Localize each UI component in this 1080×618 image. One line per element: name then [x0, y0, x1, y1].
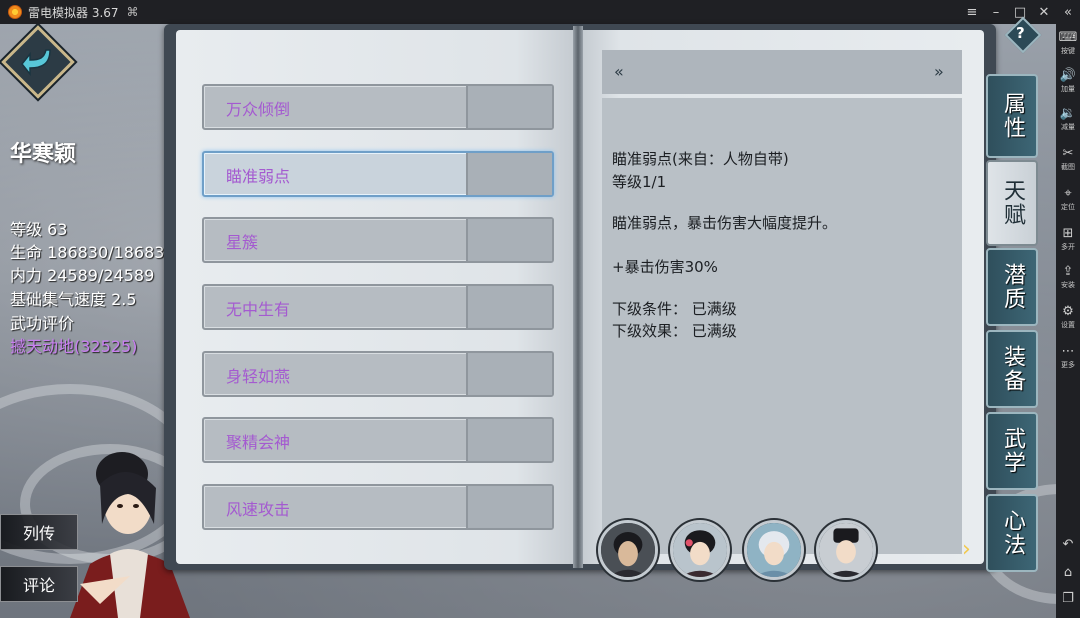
scissors-icon: ✂	[1062, 146, 1074, 161]
rating-label: 武功评价	[10, 314, 75, 333]
talent-row[interactable]: 万众倾倒	[202, 84, 554, 130]
tab-label: 武学	[1000, 427, 1025, 475]
prev-page-icon[interactable]: «	[614, 64, 630, 80]
multi-instance-icon: ⊞	[1062, 226, 1074, 241]
tab-label: 装备	[1000, 345, 1025, 393]
help-icon: ?	[1016, 24, 1025, 42]
tab-talents[interactable]: 天赋	[986, 160, 1038, 246]
next-page-icon[interactable]: »	[934, 64, 950, 80]
detail-title: 瞄准弱点(来自：人物自带)	[612, 150, 789, 168]
talent-name: 星簇	[226, 233, 259, 252]
party-avatar[interactable]	[670, 520, 730, 580]
talent-row[interactable]: 无中生有	[202, 284, 554, 330]
detail-next-effect: 下级效果： 已满级	[612, 322, 737, 340]
party-avatar[interactable]	[598, 520, 658, 580]
avatar-lady-icon	[673, 523, 727, 577]
talent-row[interactable]: 星簇	[202, 217, 554, 263]
apk-install-icon: ⇪	[1062, 264, 1074, 279]
talent-name: 万众倾倒	[226, 100, 291, 119]
tool-volume-down[interactable]: 🔉 减量	[1056, 106, 1080, 140]
keyboard-icon: ⌨	[1058, 30, 1078, 45]
next-party-icon[interactable]: ›	[962, 538, 978, 562]
android-back-icon[interactable]: ↶	[1056, 534, 1080, 554]
avatar-scholar-icon	[819, 523, 873, 577]
detail-next-condition: 下级条件： 已满级	[612, 300, 737, 318]
more-icon: ⋯	[1061, 344, 1075, 359]
tab-potential[interactable]: 潜质	[986, 248, 1038, 326]
avatar-white-hair-icon	[747, 523, 801, 577]
talent-slot	[466, 353, 552, 395]
android-home-icon[interactable]: ⌂	[1056, 562, 1080, 582]
character-name: 华寒颖	[10, 142, 77, 167]
tab-label: 心法	[1000, 509, 1025, 557]
biography-button[interactable]: 列传	[0, 514, 78, 550]
talent-row-selected[interactable]: 瞄准弱点	[202, 151, 554, 197]
talent-slot	[466, 86, 552, 128]
character-speed: 基础集气速度 2.5	[10, 290, 137, 309]
detail-header	[602, 50, 962, 94]
gamepad-icon[interactable]: ⌘	[127, 5, 139, 19]
gear-icon: ⚙	[1062, 304, 1074, 319]
emulator-title-bar: 雷电模拟器 3.67 ⌘ ≡ – □ ✕ «	[0, 0, 1080, 24]
tab-label: 天赋	[1000, 179, 1025, 227]
comments-button[interactable]: 评论	[0, 566, 78, 602]
android-recents-icon[interactable]: ❐	[1056, 588, 1080, 608]
emulator-logo-icon	[8, 5, 22, 19]
rating-value: 撼天动地(32525)	[10, 337, 138, 356]
tool-location[interactable]: ⌖ 定位	[1056, 186, 1080, 220]
tool-multi-instance[interactable]: ⊞ 多开	[1056, 226, 1080, 260]
talent-row[interactable]: 风速攻击	[202, 484, 554, 530]
talent-name: 风速攻击	[226, 500, 291, 519]
book-spine	[573, 26, 583, 568]
location-icon: ⌖	[1064, 186, 1072, 201]
talent-row[interactable]: 身轻如燕	[202, 351, 554, 397]
talent-name: 瞄准弱点	[226, 167, 291, 186]
character-mp: 内力 24589/24589	[10, 266, 155, 285]
avatar-swordsman-icon	[601, 523, 655, 577]
detail-effect: +暴击伤害30%	[612, 258, 718, 276]
talent-slot	[466, 419, 552, 461]
tab-attributes[interactable]: 属性	[986, 74, 1038, 158]
back-arrow-icon	[21, 49, 51, 77]
minimize-icon[interactable]: –	[984, 0, 1008, 24]
party-avatar[interactable]	[744, 520, 804, 580]
talent-slot	[466, 486, 552, 528]
talent-slot	[466, 286, 552, 328]
talent-row[interactable]: 聚精会神	[202, 417, 554, 463]
tool-screenshot[interactable]: ✂ 截图	[1056, 146, 1080, 180]
emulator-sidebar: ⌨ 按键 🔊 加量 🔉 减量 ✂ 截图 ⌖ 定位 ⊞ 多开 ⇪ 安装 ⚙ 设置 …	[1056, 24, 1080, 618]
volume-up-icon: 🔊	[1059, 68, 1077, 83]
talent-slot	[466, 219, 552, 261]
tab-label: 属性	[1000, 92, 1025, 140]
talent-name: 聚精会神	[226, 433, 291, 452]
tab-equipment[interactable]: 装备	[986, 330, 1038, 408]
tool-more[interactable]: ⋯ 更多	[1056, 344, 1080, 378]
character-hp: 生命 186830/186830	[10, 243, 175, 262]
close-icon[interactable]: ✕	[1032, 0, 1056, 24]
collapse-sidebar-icon[interactable]: «	[1056, 0, 1080, 24]
menu-icon[interactable]: ≡	[960, 0, 984, 24]
volume-down-icon: 🔉	[1059, 106, 1077, 121]
talent-name: 无中生有	[226, 300, 291, 319]
talent-name: 身轻如燕	[226, 367, 291, 386]
tool-install[interactable]: ⇪ 安装	[1056, 264, 1080, 298]
tab-label: 潜质	[1000, 263, 1025, 311]
emulator-title: 雷电模拟器 3.67	[28, 5, 119, 20]
detail-level: 等级1/1	[612, 173, 667, 191]
tool-keyboard[interactable]: ⌨ 按键	[1056, 30, 1080, 64]
tab-martial-arts[interactable]: 武学	[986, 412, 1038, 490]
tab-mind-method[interactable]: 心法	[986, 494, 1038, 572]
tool-volume-up[interactable]: 🔊 加量	[1056, 68, 1080, 102]
party-avatar[interactable]	[816, 520, 876, 580]
tool-settings[interactable]: ⚙ 设置	[1056, 304, 1080, 338]
character-level: 等级 63	[10, 220, 68, 239]
talent-slot	[466, 153, 552, 195]
detail-description: 瞄准弱点，暴击伤害大幅度提升。	[612, 214, 838, 232]
